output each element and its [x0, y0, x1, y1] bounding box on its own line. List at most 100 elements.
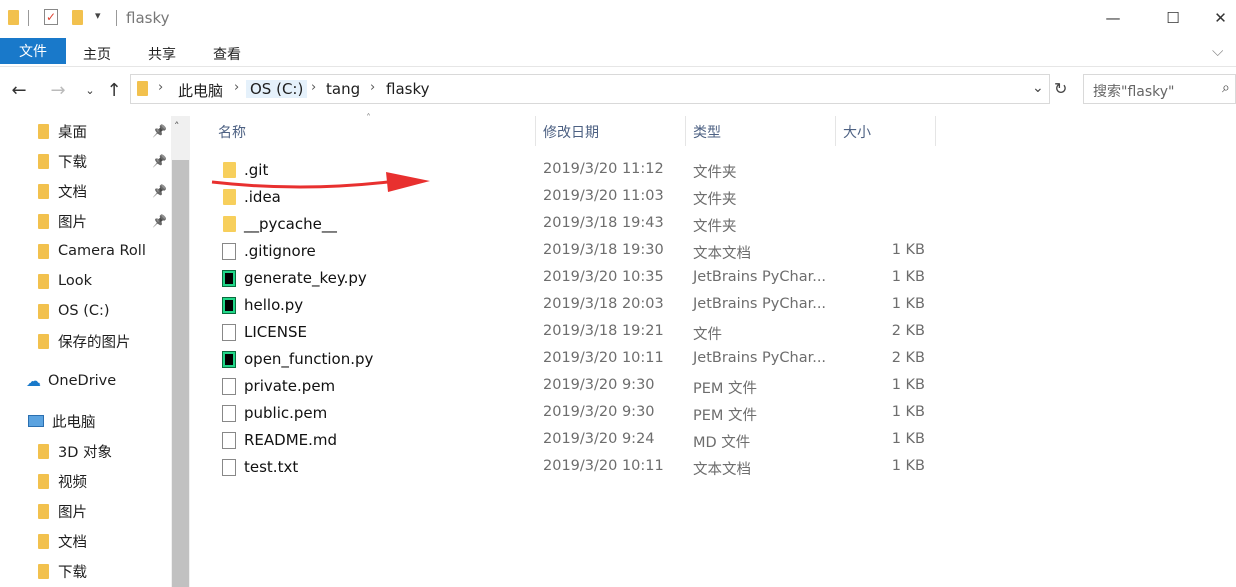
table-row[interactable]: generate_key.py 2019/3/20 10:35 JetBrains … [210, 265, 950, 292]
sidebar-item-label: 视频 [58, 474, 87, 491]
search-input[interactable]: 搜索"flasky" [1093, 81, 1174, 101]
file-date: 2019/3/18 20:03 [543, 296, 664, 312]
blank-file-icon [222, 432, 236, 449]
new-folder-icon[interactable] [72, 10, 83, 25]
customize-toolbar-icon[interactable]: ▾ [95, 9, 101, 22]
tab-share[interactable]: 共享 [148, 44, 176, 64]
table-row[interactable]: open_function.py 2019/3/20 10:11 JetBrains… [210, 346, 950, 373]
file-name: test.txt [244, 458, 299, 476]
column-divider[interactable] [935, 116, 936, 146]
table-row[interactable]: README.md 2019/3/20 9:24 MD 文件 1 KB [210, 427, 950, 454]
recent-locations-button[interactable]: ⌄ [78, 78, 102, 102]
annotation-arrow [211, 172, 430, 192]
sidebar-item-this-pc-child[interactable]: 图片 [38, 500, 87, 522]
sidebar-item-label: 图片 [58, 214, 87, 231]
column-header-name[interactable]: 名称 [218, 122, 246, 142]
file-type: JetBrains PyChar... [693, 296, 827, 312]
chevron-right-icon[interactable]: › [158, 80, 163, 95]
divider [116, 10, 117, 26]
file-type: 文件 [693, 327, 722, 343]
tab-view[interactable]: 查看 [213, 44, 241, 64]
pycharm-file-icon [222, 351, 236, 368]
sidebar-item-label: 3D 对象 [58, 444, 112, 461]
tab-home[interactable]: 主页 [83, 44, 111, 64]
file-date: 2019/3/20 11:12 [543, 161, 664, 177]
file-type: JetBrains PyChar... [693, 269, 827, 285]
sidebar-item-quick-access[interactable]: 文档 [38, 180, 87, 202]
sidebar-item-this-pc-child[interactable]: 文档 [38, 530, 87, 552]
pin-icon[interactable]: 📌 [152, 124, 167, 138]
arrow-shaft [211, 180, 389, 189]
blank-file-icon [222, 324, 236, 341]
search-icon[interactable]: ⌕ [1222, 80, 1230, 96]
forward-button[interactable]: → [46, 78, 70, 102]
column-header-type[interactable]: 类型 [693, 122, 721, 142]
chevron-right-icon[interactable]: › [311, 80, 316, 95]
sidebar-item-this-pc[interactable]: 此电脑 [28, 410, 96, 432]
file-name: __pycache__ [244, 215, 337, 233]
expand-ribbon-icon[interactable]: ⌵ [1212, 42, 1223, 60]
chevron-right-icon[interactable]: › [234, 80, 239, 95]
breadcrumb-tang[interactable]: tang [326, 80, 360, 98]
file-date: 2019/3/20 9:30 [543, 377, 655, 393]
column-divider[interactable] [685, 116, 686, 146]
breadcrumb-flasky[interactable]: flasky [386, 80, 429, 98]
sidebar-item-quick-access[interactable]: 桌面 [38, 120, 87, 142]
sidebar-item-this-pc-child[interactable]: 下载 [38, 560, 87, 582]
title-bar: ✓ ▾ flasky — ☐ ✕ [0, 0, 1236, 36]
sidebar-item-label: Camera Roll [58, 243, 146, 259]
sidebar-item-quick-access[interactable]: 保存的图片 [38, 330, 131, 352]
file-name: .gitignore [244, 242, 316, 260]
file-type: 文件夹 [693, 192, 737, 208]
up-button[interactable]: ↑ [102, 78, 126, 102]
pin-icon[interactable]: 📌 [152, 184, 167, 198]
column-divider[interactable] [835, 116, 836, 146]
file-date: 2019/3/20 11:03 [543, 188, 664, 204]
table-row[interactable]: LICENSE 2019/3/18 19:21 文件 2 KB [210, 319, 950, 346]
nav-scrollbar-thumb[interactable] [172, 160, 189, 587]
sidebar-item-quick-access[interactable]: OS (C:) [38, 300, 110, 322]
table-row[interactable]: hello.py 2019/3/18 20:03 JetBrains PyChar.… [210, 292, 950, 319]
pin-icon[interactable]: 📌 [152, 154, 167, 168]
minimize-button[interactable]: — [1088, 0, 1138, 36]
column-header-size[interactable]: 大小 [843, 122, 871, 142]
sidebar-item-this-pc-child[interactable]: 3D 对象 [38, 440, 112, 462]
sidebar-item-quick-access[interactable]: 图片 [38, 210, 87, 232]
sidebar-item-label: OneDrive [48, 373, 117, 389]
sidebar-item-label: 下载 [58, 154, 87, 171]
refresh-icon[interactable]: ↻ [1054, 79, 1067, 98]
sidebar-item-this-pc-child[interactable]: 视频 [38, 470, 87, 492]
chevron-right-icon[interactable]: › [370, 80, 375, 95]
file-size: 1 KB [891, 431, 925, 447]
file-type: PEM 文件 [693, 408, 758, 424]
sidebar-item-quick-access[interactable]: 下载 [38, 150, 87, 172]
tab-file[interactable]: 文件 [0, 38, 66, 64]
sidebar-item-onedrive[interactable]: ☁ OneDrive [26, 370, 116, 392]
pin-icon[interactable]: 📌 [152, 214, 167, 228]
sidebar-item-label: 保存的图片 [58, 334, 131, 351]
properties-icon[interactable]: ✓ [44, 9, 58, 25]
address-history-dropdown[interactable]: ⌄ [1032, 80, 1044, 96]
table-row[interactable]: test.txt 2019/3/20 10:11 文本文档 1 KB [210, 454, 950, 481]
folder-icon [38, 183, 49, 199]
table-row[interactable]: public.pem 2019/3/20 9:30 PEM 文件 1 KB [210, 400, 950, 427]
sidebar-item-label: 下载 [58, 564, 87, 581]
file-date: 2019/3/20 9:30 [543, 404, 655, 420]
column-divider[interactable] [535, 116, 536, 146]
sidebar-item-quick-access[interactable]: Look [38, 270, 92, 292]
breadcrumb-drive[interactable]: OS (C:) [246, 80, 308, 98]
close-button[interactable]: ✕ [1205, 0, 1236, 36]
sidebar-item-label: Look [58, 273, 92, 289]
back-button[interactable]: ← [7, 78, 31, 102]
maximize-button[interactable]: ☐ [1148, 0, 1198, 36]
sidebar-item-label: OS (C:) [58, 303, 110, 319]
scroll-up-icon[interactable]: ˄ [174, 120, 180, 133]
sidebar-item-quick-access[interactable]: Camera Roll [38, 240, 146, 262]
column-header-date[interactable]: 修改日期 [543, 122, 599, 142]
computer-icon [28, 415, 44, 427]
table-row[interactable]: .gitignore 2019/3/18 19:30 文本文档 1 KB [210, 238, 950, 265]
file-size: 1 KB [891, 377, 925, 393]
table-row[interactable]: __pycache__ 2019/3/18 19:43 文件夹 [210, 211, 950, 238]
breadcrumb-this-pc[interactable]: 此电脑 [178, 80, 223, 101]
table-row[interactable]: private.pem 2019/3/20 9:30 PEM 文件 1 KB [210, 373, 950, 400]
